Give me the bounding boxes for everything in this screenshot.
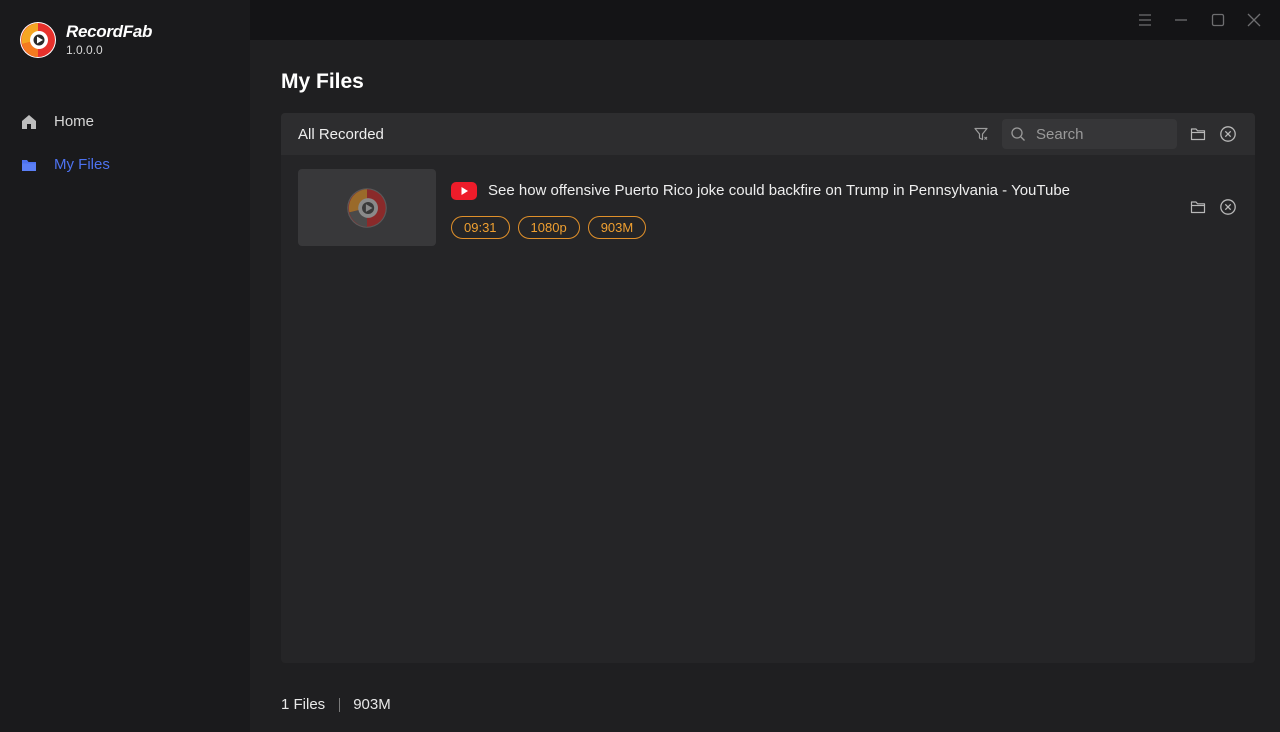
maximize-icon[interactable]	[1206, 8, 1230, 32]
file-title: See how offensive Puerto Rico joke could…	[488, 182, 1071, 199]
panel-header: All Recorded	[281, 113, 1255, 155]
main-content: My Files All Recorded Search See how off…	[250, 40, 1280, 732]
status-footer: 1 Files 903M	[281, 696, 391, 713]
sidebar-item-my-files[interactable]: My Files	[0, 143, 250, 186]
brand: RecordFab 1.0.0.0	[18, 20, 152, 60]
files-panel: All Recorded Search See how offensive Pu…	[281, 113, 1255, 663]
open-folder-icon[interactable]	[1188, 197, 1208, 217]
video-thumbnail[interactable]	[298, 169, 436, 246]
resolution-badge: 1080p	[517, 216, 580, 239]
search-input[interactable]	[1036, 125, 1166, 143]
close-icon[interactable]	[1242, 8, 1266, 32]
thumbnail-logo-icon	[347, 187, 387, 228]
open-folder-icon[interactable]	[1188, 124, 1208, 144]
minimize-icon[interactable]	[1169, 8, 1193, 32]
duration-badge: 09:31	[451, 216, 510, 239]
page-title: My Files	[281, 70, 364, 93]
file-tags: 09:31 1080p 903M	[451, 216, 654, 239]
file-row[interactable]: See how offensive Puerto Rico joke could…	[298, 169, 1238, 247]
total-size: 903M	[353, 696, 391, 713]
delete-icon[interactable]	[1218, 197, 1238, 217]
panel-title: All Recorded	[298, 126, 384, 143]
recordfab-logo	[20, 22, 56, 58]
sidebar-item-label: Home	[54, 113, 95, 130]
search-box	[1002, 119, 1177, 149]
sidebar-item-home[interactable]: Home	[0, 100, 250, 143]
app-version: 1.0.0.0	[66, 43, 103, 57]
app-name: RecordFab	[66, 22, 153, 41]
search-icon	[1010, 126, 1026, 142]
home-icon	[20, 113, 38, 131]
folder-icon	[20, 156, 38, 174]
menu-icon[interactable]	[1133, 8, 1157, 32]
divider	[339, 697, 341, 712]
sidebar-item-label: My Files	[54, 156, 110, 173]
size-badge: 903M	[587, 216, 647, 239]
youtube-icon	[451, 182, 477, 200]
title-bar	[250, 0, 1280, 40]
sidebar-nav: Home My Files	[0, 100, 250, 186]
clear-all-icon[interactable]	[1218, 124, 1238, 144]
filter-icon[interactable]	[971, 124, 991, 144]
file-count: 1 Files	[281, 696, 326, 713]
sidebar: RecordFab 1.0.0.0 Home My Files	[0, 0, 250, 732]
